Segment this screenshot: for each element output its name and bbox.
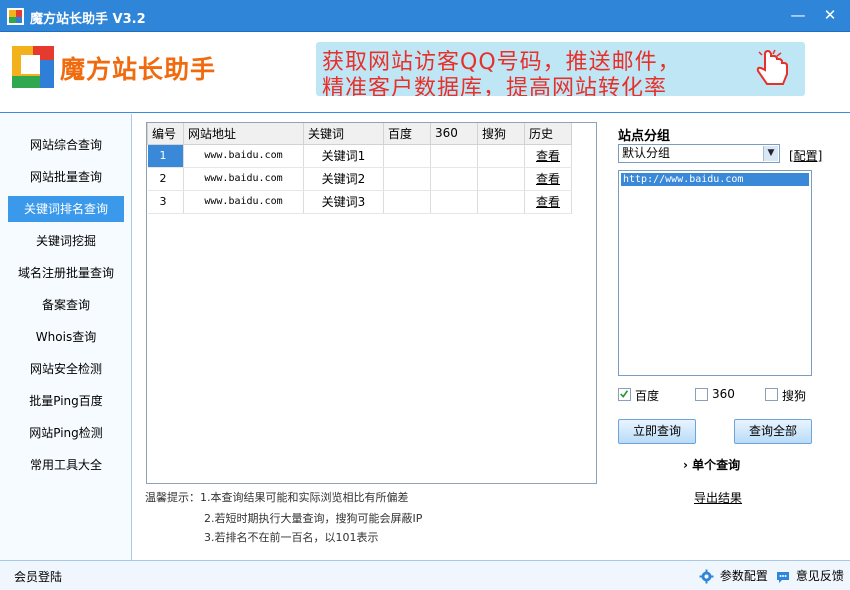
table-row[interactable]: 1 www.baidu.com 关键词1 查看: [147, 144, 572, 168]
sidebar-item-whois[interactable]: Whois查询: [8, 324, 124, 350]
sidebar-item-keyword-rank[interactable]: 关键词排名查询: [8, 196, 124, 222]
row-baidu-cell: [383, 144, 431, 168]
title-bar: 魔方站长助手 V3.2 — ✕: [0, 0, 850, 32]
row-sogou-cell: [477, 144, 525, 168]
query-now-button[interactable]: 立即查询: [618, 419, 696, 444]
sidebar-item-site-overview[interactable]: 网站综合查询: [8, 132, 124, 158]
row-number-cell: 3: [147, 190, 184, 214]
single-query-label: 单个查询: [692, 458, 741, 472]
banner-line-2: 精准客户数据库，提高网站转化率: [322, 76, 668, 96]
feedback-label: 意见反馈: [795, 569, 844, 583]
site-group-select[interactable]: 默认分组 ▼: [618, 144, 780, 163]
360-checkbox[interactable]: [695, 388, 708, 401]
chevron-right-icon: ›: [683, 458, 688, 472]
row-history-link[interactable]: 查看: [524, 190, 572, 214]
sidebar: 网站综合查询 网站批量查询 关键词排名查询 关键词挖掘 域名注册批量查询 备案查…: [0, 114, 132, 560]
row-keyword-cell: 关键词2: [303, 167, 384, 191]
sidebar-item-domain-batch[interactable]: 域名注册批量查询: [8, 260, 124, 286]
360-checkbox-label: 360: [712, 387, 735, 401]
settings-button[interactable]: 参数配置: [699, 567, 768, 584]
sidebar-item-icp[interactable]: 备案查询: [8, 292, 124, 318]
row-url-cell: www.baidu.com: [183, 190, 304, 214]
single-query-toggle[interactable]: › 单个查询: [683, 456, 740, 473]
results-table: 编号 网站地址 关键词 百度 360 搜狗 历史 1 www.baidu.com…: [147, 123, 572, 214]
query-all-button[interactable]: 查询全部: [734, 419, 812, 444]
sogou-checkbox[interactable]: [765, 388, 778, 401]
sidebar-item-site-batch[interactable]: 网站批量查询: [8, 164, 124, 190]
tip-line-2: 2.若短时期执行大量查询，搜狗可能会屏蔽IP: [204, 512, 423, 525]
sidebar-item-ping-check[interactable]: 网站Ping检测: [8, 420, 124, 446]
row-url-cell: www.baidu.com: [183, 167, 304, 191]
sidebar-item-keyword-mining[interactable]: 关键词挖掘: [8, 228, 124, 254]
list-item[interactable]: http://www.baidu.com: [621, 173, 809, 186]
column-header-keyword[interactable]: 关键词: [303, 123, 384, 145]
row-history-link[interactable]: 查看: [524, 167, 572, 191]
row-keyword-cell: 关键词1: [303, 144, 384, 168]
close-button[interactable]: ✕: [820, 6, 840, 24]
minimize-button[interactable]: —: [788, 6, 808, 24]
tip-line-1: 温馨提示：1.本查询结果可能和实际浏览相比有所偏差: [145, 491, 409, 504]
chevron-down-icon[interactable]: ▼: [763, 146, 778, 161]
site-group-title: 站点分组: [618, 129, 671, 144]
window-title: 魔方站长助手 V3.2: [30, 12, 146, 27]
checkmark-icon: [620, 390, 629, 398]
row-url-cell: www.baidu.com: [183, 144, 304, 168]
brand-name: 魔方站长助手: [60, 55, 217, 84]
column-header-360[interactable]: 360: [430, 123, 478, 145]
row-history-link[interactable]: 查看: [524, 144, 572, 168]
column-header-history[interactable]: 历史: [524, 123, 572, 145]
row-number-cell: 2: [147, 167, 184, 191]
pointing-hand-icon: [756, 49, 788, 85]
sidebar-item-tools[interactable]: 常用工具大全: [8, 452, 124, 478]
export-results-link[interactable]: 导出结果: [694, 489, 742, 506]
config-link[interactable]: [配置]: [789, 147, 822, 164]
table-header-row: 编号 网站地址 关键词 百度 360 搜狗 历史: [147, 123, 572, 145]
tip-line-3: 3.若排名不在前一百名，以101表示: [204, 531, 379, 544]
row-360-cell: [430, 190, 478, 214]
column-header-sogou[interactable]: 搜狗: [477, 123, 525, 145]
row-sogou-cell: [477, 190, 525, 214]
main-content: 编号 网站地址 关键词 百度 360 搜狗 历史 1 www.baidu.com…: [133, 114, 850, 560]
sidebar-item-ping-baidu[interactable]: 批量Ping百度: [8, 388, 124, 414]
app-icon: [7, 8, 24, 25]
site-listbox[interactable]: http://www.baidu.com: [618, 170, 812, 376]
feedback-button[interactable]: 意见反馈: [776, 567, 844, 584]
column-header-num[interactable]: 编号: [147, 123, 184, 145]
row-baidu-cell: [383, 190, 431, 214]
table-row[interactable]: 3 www.baidu.com 关键词3 查看: [147, 190, 572, 214]
column-header-url[interactable]: 网站地址: [183, 123, 304, 145]
site-group-selected: 默认分组: [622, 146, 671, 160]
brand-logo-icon: [12, 46, 54, 88]
baidu-checkbox-label: 百度: [635, 389, 660, 403]
results-grid[interactable]: 编号 网站地址 关键词 百度 360 搜狗 历史 1 www.baidu.com…: [146, 122, 597, 484]
sidebar-item-security[interactable]: 网站安全检测: [8, 356, 124, 382]
chat-bubble-icon: [777, 571, 789, 583]
table-row[interactable]: 2 www.baidu.com 关键词2 查看: [147, 167, 572, 191]
row-sogou-cell: [477, 167, 525, 191]
row-keyword-cell: 关键词3: [303, 190, 384, 214]
status-bar: 会员登陆 参数配置 意见反馈: [0, 560, 850, 590]
member-login-link[interactable]: 会员登陆: [14, 568, 62, 585]
row-360-cell: [430, 167, 478, 191]
sogou-checkbox-label: 搜狗: [782, 389, 807, 403]
row-360-cell: [430, 144, 478, 168]
column-header-baidu[interactable]: 百度: [383, 123, 431, 145]
ad-banner[interactable]: 获取网站访客QQ号码，推送邮件， 精准客户数据库，提高网站转化率: [316, 42, 805, 96]
row-baidu-cell: [383, 167, 431, 191]
settings-label: 参数配置: [719, 569, 768, 583]
baidu-checkbox[interactable]: [618, 388, 631, 401]
header: 魔方站长助手 获取网站访客QQ号码，推送邮件， 精准客户数据库，提高网站转化率: [0, 33, 850, 113]
gear-icon: [699, 569, 714, 584]
row-number-cell: 1: [147, 144, 184, 168]
